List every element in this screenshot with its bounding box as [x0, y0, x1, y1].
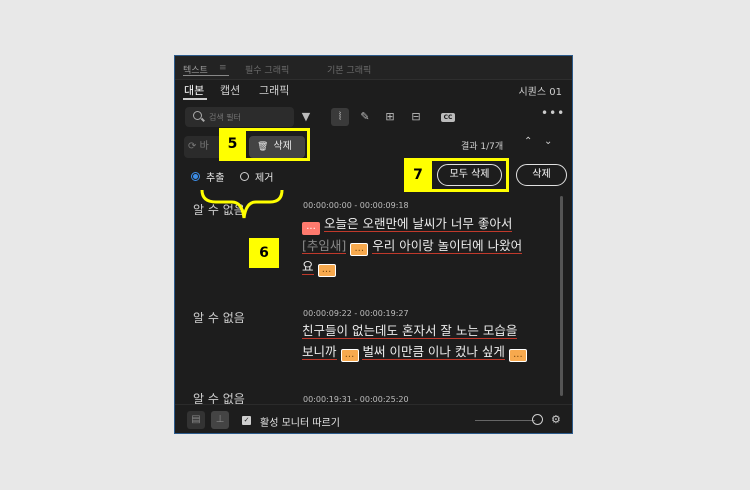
pause-markers-icon[interactable]: ⦚ — [331, 108, 349, 126]
tab-transcript[interactable]: 대본 — [184, 82, 204, 98]
segment-timecode: 00:00:00:00 - 00:00:09:18 — [303, 201, 409, 210]
transcript-view-icon[interactable]: ⊥ — [211, 411, 229, 429]
filler-word: [추임새] — [302, 238, 347, 254]
panel-tab-bar: 텍스트 ≡ 필수 그래픽 기본 그래픽 — [175, 56, 572, 80]
text-panel: 텍스트 ≡ 필수 그래픽 기본 그래픽 대본 캡션 그래픽 시퀀스 01 ▼ ⦚… — [174, 55, 573, 434]
chevron-down-icon[interactable]: ⌄ — [544, 136, 552, 147]
results-count: 결과 1/7개 — [461, 142, 504, 152]
annotation-label-6: 6 — [249, 238, 279, 268]
segment-timecode: 00:00:19:31 - 00:00:25:20 — [303, 395, 409, 404]
search-input[interactable] — [209, 110, 289, 124]
remove-radio[interactable] — [240, 172, 249, 181]
refresh-label: 바 — [199, 141, 209, 152]
merge-segment-icon[interactable]: ⊟ — [407, 108, 425, 126]
zoom-slider-track[interactable] — [475, 420, 535, 421]
tab-graphics[interactable]: 그래픽 — [259, 82, 289, 98]
transcript-segment[interactable]: 친구들이 없는데도 혼자서 잘 노는 모습을 보니까 ... 벌써 이만큼 이나… — [302, 320, 554, 362]
settings-sliders-icon[interactable]: ⚙ — [551, 413, 561, 426]
caption-view-icon[interactable]: ▤ — [187, 411, 205, 429]
follow-monitor-label: 활성 모니터 따르기 — [260, 418, 340, 429]
sequence-label: 시퀀스 01 — [518, 87, 562, 98]
pause-marker[interactable]: ... — [350, 243, 369, 256]
active-tab-indicator — [183, 75, 229, 76]
pause-marker[interactable]: ... — [340, 349, 359, 362]
remove-label: 제거 — [255, 173, 274, 184]
segment-text: 보니까 — [302, 344, 337, 360]
search-icon — [193, 111, 202, 120]
speaker-label[interactable]: 알 수 없음 — [193, 309, 245, 326]
segment-text: 우리 아이랑 놀이터에 나왔어 — [372, 238, 523, 254]
segment-text: 오늘은 오랜만에 날씨가 너무 좋아서 — [323, 216, 513, 232]
filter-icon[interactable]: ▼ — [297, 108, 315, 126]
segment-text: 벌써 이만큼 이나 컸나 싶게 — [362, 344, 505, 360]
pause-marker[interactable]: ... — [508, 349, 527, 362]
segment-timecode: 00:00:09:22 - 00:00:19:27 — [303, 309, 409, 318]
tab-captions[interactable]: 캡션 — [220, 82, 240, 98]
more-options-icon[interactable]: ••• — [541, 106, 565, 120]
transcript-segment[interactable]: ... 오늘은 오랜만에 날씨가 너무 좋아서 [추임새] ... 우리 아이랑… — [302, 213, 554, 277]
tab-basic-graphics[interactable]: 기본 그래픽 — [327, 63, 371, 76]
annotation-label-5: 5 — [219, 128, 246, 161]
split-segment-icon[interactable]: ⊞ — [381, 108, 399, 126]
chevron-up-icon[interactable]: ⌃ — [524, 136, 532, 147]
segment-text: 요 — [302, 259, 314, 275]
tab-essential-graphics[interactable]: 필수 그래픽 — [245, 63, 289, 76]
tab-menu-icon[interactable]: ≡ — [219, 63, 227, 73]
extract-label: 추출 — [206, 173, 225, 184]
cc-icon[interactable]: CC — [441, 113, 455, 122]
annotation-label-7: 7 — [404, 158, 432, 192]
panel-footer: ▤ ⊥ ✓ 활성 모니터 따르기 ⚙ — [175, 404, 572, 433]
annotation-brace — [200, 189, 284, 219]
pencil-icon[interactable]: ✎ — [356, 108, 374, 126]
pause-marker[interactable]: ... — [302, 222, 320, 235]
segment-text: 친구들이 없는데도 혼자서 잘 노는 모습을 — [302, 323, 518, 339]
refresh-icon: ⟳ — [188, 141, 197, 152]
follow-monitor-checkbox[interactable]: ✓ — [242, 416, 251, 425]
pause-marker[interactable]: ... — [317, 264, 336, 277]
sub-tab-bar: 대본 캡션 그래픽 시퀀스 01 — [175, 80, 572, 100]
scrollbar[interactable] — [560, 196, 563, 396]
search-box[interactable] — [185, 107, 294, 127]
delete-button[interactable]: 삭제 — [516, 164, 567, 186]
refresh-button[interactable]: ⟳ 바 — [184, 136, 224, 158]
zoom-slider-handle[interactable] — [532, 414, 543, 425]
subtab-indicator — [183, 98, 207, 100]
extract-radio[interactable] — [191, 172, 200, 181]
